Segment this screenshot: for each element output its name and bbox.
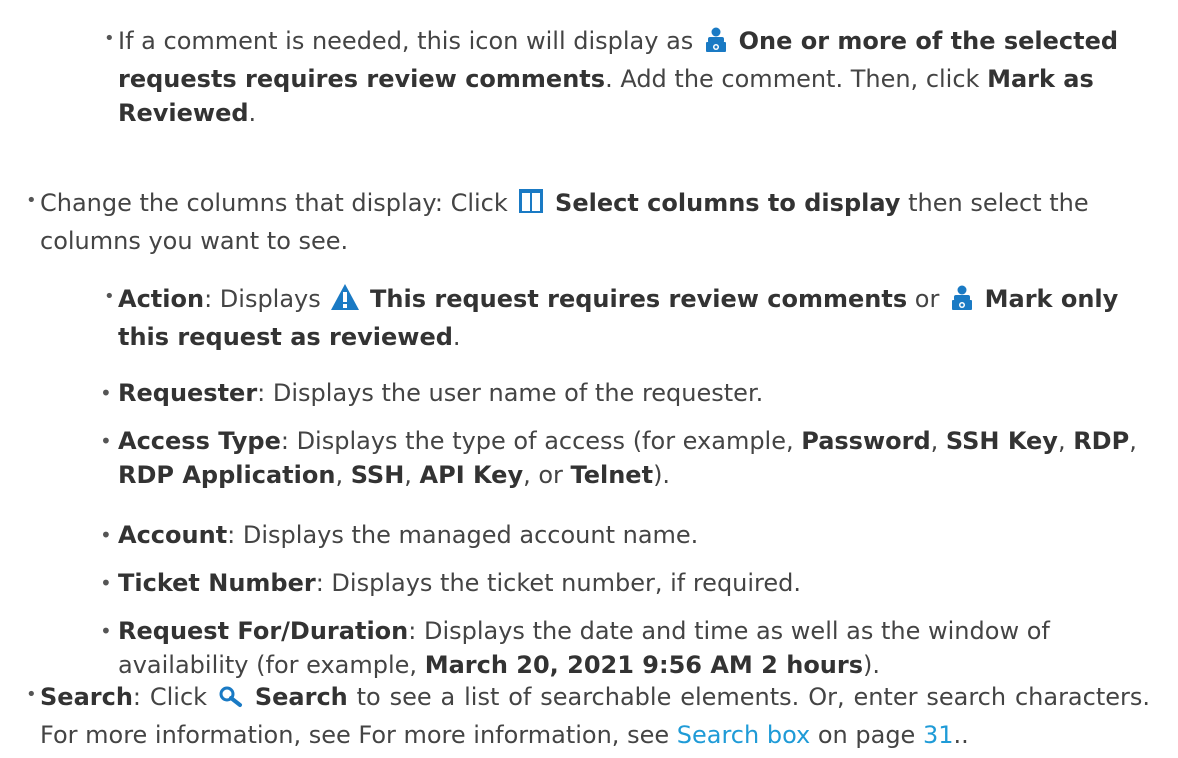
- column-name: Access Type: [118, 427, 281, 455]
- bullet: •: [26, 684, 37, 705]
- search-label: Search: [40, 683, 133, 711]
- column-desc: : Displays the user name of the requeste…: [257, 379, 764, 407]
- separator: ,: [930, 427, 946, 455]
- bullet: •: [26, 190, 37, 211]
- page-31-link[interactable]: 31: [923, 721, 954, 749]
- page-ref-text: on page: [817, 721, 916, 749]
- search-text: : Click: [132, 683, 208, 711]
- search-item: • Search: Click Search to see a list of …: [26, 680, 1151, 752]
- separator: ,: [335, 461, 351, 489]
- bullet: •: [100, 619, 112, 643]
- select-columns-label: Select columns to display: [555, 189, 901, 217]
- column-account: • Account: Displays the managed account …: [100, 518, 1148, 552]
- column-name: Account: [118, 521, 228, 549]
- column-desc: : Displays: [204, 285, 321, 313]
- search-desc: to see a list of searchable elements. Or…: [40, 683, 1151, 749]
- column-desc: : Displays the type of access (for examp…: [280, 427, 802, 455]
- bullet: •: [104, 286, 115, 307]
- column-requester: • Requester: Displays the user name of t…: [100, 376, 1148, 410]
- column-name: Action: [118, 285, 205, 313]
- separator: , or: [523, 461, 571, 489]
- bullet: •: [100, 523, 112, 547]
- comment-needed-text: If a comment is needed, this icon will d…: [118, 27, 694, 55]
- column-name: Request For/Duration: [118, 617, 409, 645]
- column-desc: : Displays the ticket number, if require…: [315, 569, 802, 597]
- search-box-link[interactable]: Search box: [677, 721, 810, 749]
- access-type-rdp-app: RDP Application: [118, 461, 336, 489]
- bullet: •: [100, 381, 112, 405]
- column-desc: : Displays the managed account name.: [227, 521, 699, 549]
- or-text: or: [914, 285, 940, 313]
- example-date: March 20, 2021 9:56 AM 2 hours: [424, 651, 864, 679]
- change-columns-text: Change the columns that display: Click: [40, 189, 508, 217]
- access-type-rdp: RDP: [1073, 427, 1130, 455]
- bullet: •: [104, 28, 115, 49]
- instruction-text: . Add the comment. Then, click: [605, 65, 988, 93]
- access-type-password: Password: [801, 427, 931, 455]
- column-name: Requester: [118, 379, 258, 407]
- column-request-for: • Request For/Duration: Displays the dat…: [100, 614, 1148, 682]
- separator: ,: [1057, 427, 1074, 455]
- bullet: •: [100, 429, 112, 453]
- separator: ,: [1129, 427, 1137, 455]
- comment-needed-item: • If a comment is needed, this icon will…: [104, 24, 1148, 130]
- column-name: Ticket Number: [118, 569, 316, 597]
- access-type-ssh-key: SSH Key: [945, 427, 1058, 455]
- trailing-dots: ..: [953, 721, 969, 749]
- period: .: [452, 323, 461, 351]
- help-page: • If a comment is needed, this icon will…: [0, 0, 1178, 758]
- access-type-telnet: Telnet: [570, 461, 654, 489]
- columns-icon: [517, 187, 545, 224]
- search-button-label: Search: [254, 683, 348, 711]
- access-type-api-key: API Key: [419, 461, 524, 489]
- change-columns-item: • Change the columns that display: Click…: [26, 186, 1150, 258]
- separator: ,: [404, 461, 420, 489]
- reviewer-icon: [949, 285, 975, 320]
- close-paren: ).: [653, 461, 671, 489]
- requires-comments-label: This request requires review comments: [370, 285, 908, 313]
- close-paren: ).: [863, 651, 881, 679]
- bullet: •: [100, 571, 112, 595]
- period: .: [248, 99, 257, 127]
- column-access-type: • Access Type: Displays the type of acce…: [100, 424, 1148, 492]
- column-action: • Action: Displays This request requires…: [104, 282, 1148, 354]
- warning-icon: [330, 283, 360, 320]
- search-icon: [218, 684, 244, 718]
- column-ticket-number: • Ticket Number: Displays the ticket num…: [100, 566, 1148, 600]
- access-type-ssh: SSH: [350, 461, 405, 489]
- reviewer-icon: [703, 27, 729, 62]
